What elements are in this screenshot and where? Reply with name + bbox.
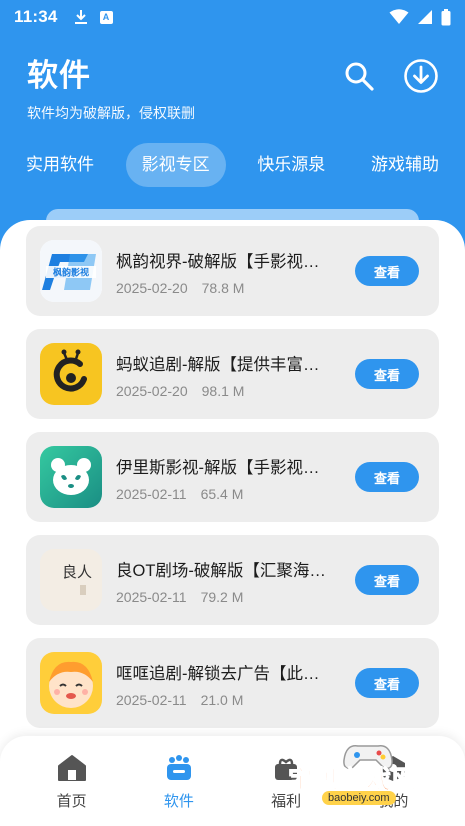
tab-game-assist[interactable]: 游戏辅助: [357, 143, 453, 187]
nav-label: 福利: [271, 793, 302, 810]
tab-film-zone[interactable]: 影视专区: [125, 143, 226, 187]
app-card[interactable]: 伊里斯影视-解版【手影视… 2025-02-11 65.4 M 查看: [26, 432, 439, 522]
app-card[interactable]: 枫韵影视 枫韵视界-破解版【手影视… 2025-02-20 78.8 M 查看: [26, 226, 439, 316]
app-icon-text: 枫韵影视: [53, 267, 89, 279]
app-icon-text: 良人: [62, 563, 92, 581]
app-size: 65.4 M: [200, 486, 244, 502]
download-button[interactable]: [403, 58, 439, 94]
app-name: 哐哐追剧-解锁去广告【此…: [116, 665, 320, 683]
app-icon-fengyun: 枫韵影视: [40, 240, 102, 302]
page-subtitle: 软件均为破解版，侵权联删: [27, 105, 195, 121]
app-size: 21.0 M: [200, 692, 244, 708]
nav-item-home[interactable]: 首页: [32, 736, 112, 826]
app-icon-kuangkuang: [40, 652, 102, 714]
app-card[interactable]: 哐哐追剧-解锁去广告【此… 2025-02-11 21.0 M 查看: [26, 638, 439, 728]
app-list: 枫韵影视 枫韵视界-破解版【手影视… 2025-02-20 78.8 M 查看 …: [26, 226, 439, 741]
profile-icon: [381, 756, 406, 781]
wifi-icon: [389, 9, 409, 24]
app-date: 2025-02-20: [116, 280, 188, 296]
app-name: 伊里斯影视-解版【手影视…: [116, 459, 320, 477]
app-date: 2025-02-20: [116, 383, 188, 399]
app-meta: 2025-02-11 21.0 M: [116, 692, 243, 708]
search-button[interactable]: [341, 58, 377, 94]
nav-item-welfare[interactable]: 福利: [246, 736, 326, 826]
home-icon: [57, 755, 86, 781]
app-size: 98.1 M: [201, 383, 245, 399]
nav-item-mine[interactable]: 我的: [353, 736, 433, 826]
tab-practical-software[interactable]: 实用软件: [12, 143, 108, 187]
app-meta: 2025-02-20 98.1 M: [116, 383, 244, 399]
status-bar: 11:34 A: [0, 0, 465, 34]
app-size: 78.8 M: [201, 280, 245, 296]
view-button[interactable]: 查看: [355, 462, 419, 492]
status-time: 11:34: [14, 7, 58, 26]
app-meta: 2025-02-11 65.4 M: [116, 486, 243, 502]
app-date: 2025-02-11: [116, 589, 187, 605]
app-icon-ant: [40, 343, 102, 405]
category-tabs: 实用软件 影视专区 快乐源泉 游戏辅助: [0, 143, 465, 187]
tab-fun-source[interactable]: 快乐源泉: [243, 143, 339, 187]
nav-label: 软件: [163, 793, 194, 810]
app-card[interactable]: 良人 良OT剧场-破解版【汇聚海… 2025-02-11 79.2 M 查看: [26, 535, 439, 625]
header-actions: [341, 58, 439, 94]
app-date: 2025-02-11: [116, 486, 187, 502]
app-card[interactable]: 蚂蚁追剧-解版【提供丰富… 2025-02-20 98.1 M 查看: [26, 329, 439, 419]
app-name: 蚂蚁追剧-解版【提供丰富…: [116, 356, 320, 374]
download-icon: [74, 10, 87, 24]
app-meta: 2025-02-11 79.2 M: [116, 589, 243, 605]
app-date: 2025-02-11: [116, 692, 187, 708]
signal-icon: [418, 10, 432, 24]
battery-icon: [441, 8, 451, 25]
nav-label: 首页: [56, 793, 87, 810]
app-icon-panda: [40, 446, 102, 508]
nav-item-software[interactable]: 软件: [139, 736, 219, 826]
view-button[interactable]: 查看: [355, 668, 419, 698]
app-name: 枫韵视界-破解版【手影视…: [116, 253, 320, 271]
app-size: 79.2 M: [200, 589, 244, 605]
view-button[interactable]: 查看: [355, 565, 419, 595]
view-button[interactable]: 查看: [355, 359, 419, 389]
search-icon: [345, 62, 374, 91]
page-title: 软件: [27, 58, 91, 93]
gift-icon: [275, 758, 298, 780]
view-button[interactable]: 查看: [355, 256, 419, 286]
header: 软件 软件均为破解版，侵权联删: [27, 50, 195, 123]
app-name: 良OT剧场-破解版【汇聚海…: [116, 562, 326, 580]
app-meta: 2025-02-20 78.8 M: [116, 280, 244, 296]
app-icon-liangren: 良人: [40, 549, 102, 611]
nav-label: 我的: [378, 793, 409, 810]
a-notification-icon: A: [99, 10, 113, 24]
software-icon: [166, 755, 191, 780]
bottom-nav: 首页 软件 福利 我的: [0, 736, 465, 826]
download-icon: [404, 59, 438, 93]
